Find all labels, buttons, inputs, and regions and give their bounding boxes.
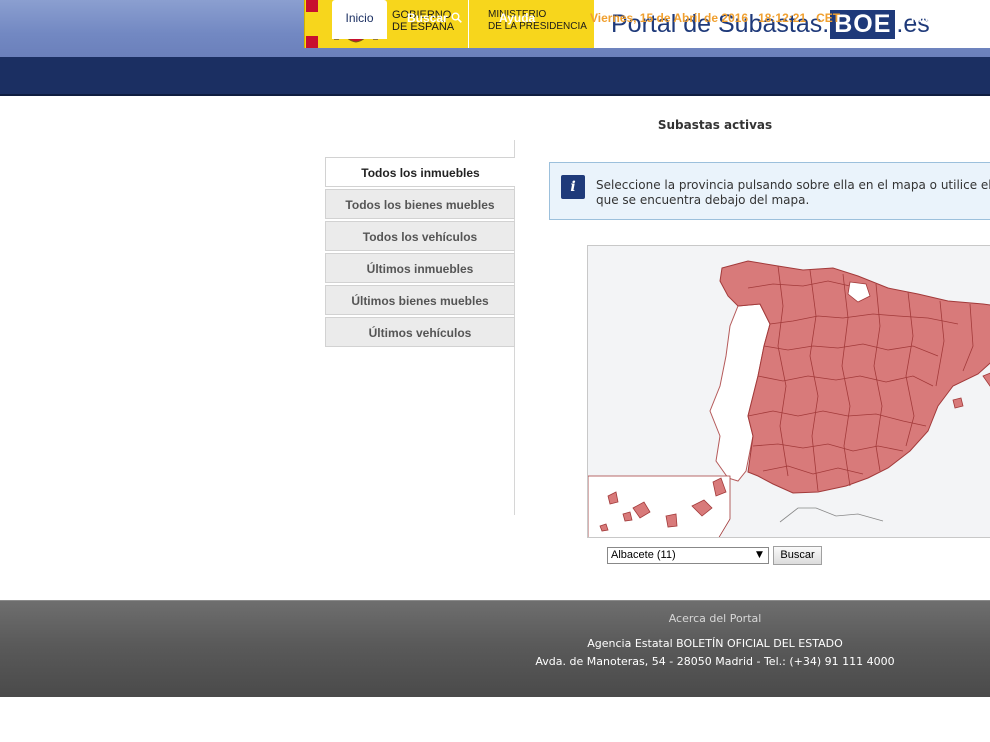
main-navbar [0, 57, 990, 96]
search-button[interactable]: Buscar [773, 546, 822, 565]
logo-divider [468, 0, 469, 48]
dropdown-arrow-icon[interactable]: ▼ [756, 547, 763, 564]
footer-address: Avda. de Manoteras, 54 - 28050 Madrid - … [535, 655, 895, 668]
balearic-islands[interactable] [982, 372, 990, 387]
about-portal-link[interactable]: Acerca del Portal [640, 612, 790, 625]
side-tab-latest-movable-goods[interactable]: Últimos bienes muebles [325, 285, 515, 315]
spain-flag-stripe [306, 0, 318, 48]
info-message: Seleccione la provincia pulsando sobre e… [596, 178, 990, 207]
current-datetime: Viernes, 15 de Abril de 2016 18:12:21 CE… [590, 11, 841, 25]
ibiza-island[interactable] [952, 397, 964, 409]
login-link[interactable]: Iniciar sesión [911, 0, 988, 37]
nav-help-tab[interactable]: Ayuda [499, 0, 535, 37]
side-tab-latest-real-estate[interactable]: Últimos inmuebles [325, 253, 515, 283]
side-tab-all-vehicles[interactable]: Todos los vehículos [325, 221, 515, 251]
footer-agency: Agencia Estatal BOLETÍN OFICIAL DEL ESTA… [587, 637, 843, 650]
side-tab-all-movable-goods[interactable]: Todos los bienes muebles [325, 189, 515, 219]
nav-search-tab[interactable]: Buscar [407, 0, 462, 37]
canary-islands-inset[interactable] [588, 475, 731, 538]
province-map[interactable] [587, 245, 990, 538]
nav-home-tab[interactable]: Inicio [332, 0, 387, 39]
side-tab-all-real-estate[interactable]: Todos los inmuebles [325, 157, 515, 187]
province-select[interactable]: Albacete (11) [607, 547, 769, 564]
north-africa-coast [779, 507, 884, 523]
page-title: Subastas activas [657, 118, 773, 132]
side-tab-latest-vehicles[interactable]: Últimos vehículos [325, 317, 515, 347]
magnifier-icon [451, 12, 462, 23]
info-icon: i [561, 175, 585, 199]
